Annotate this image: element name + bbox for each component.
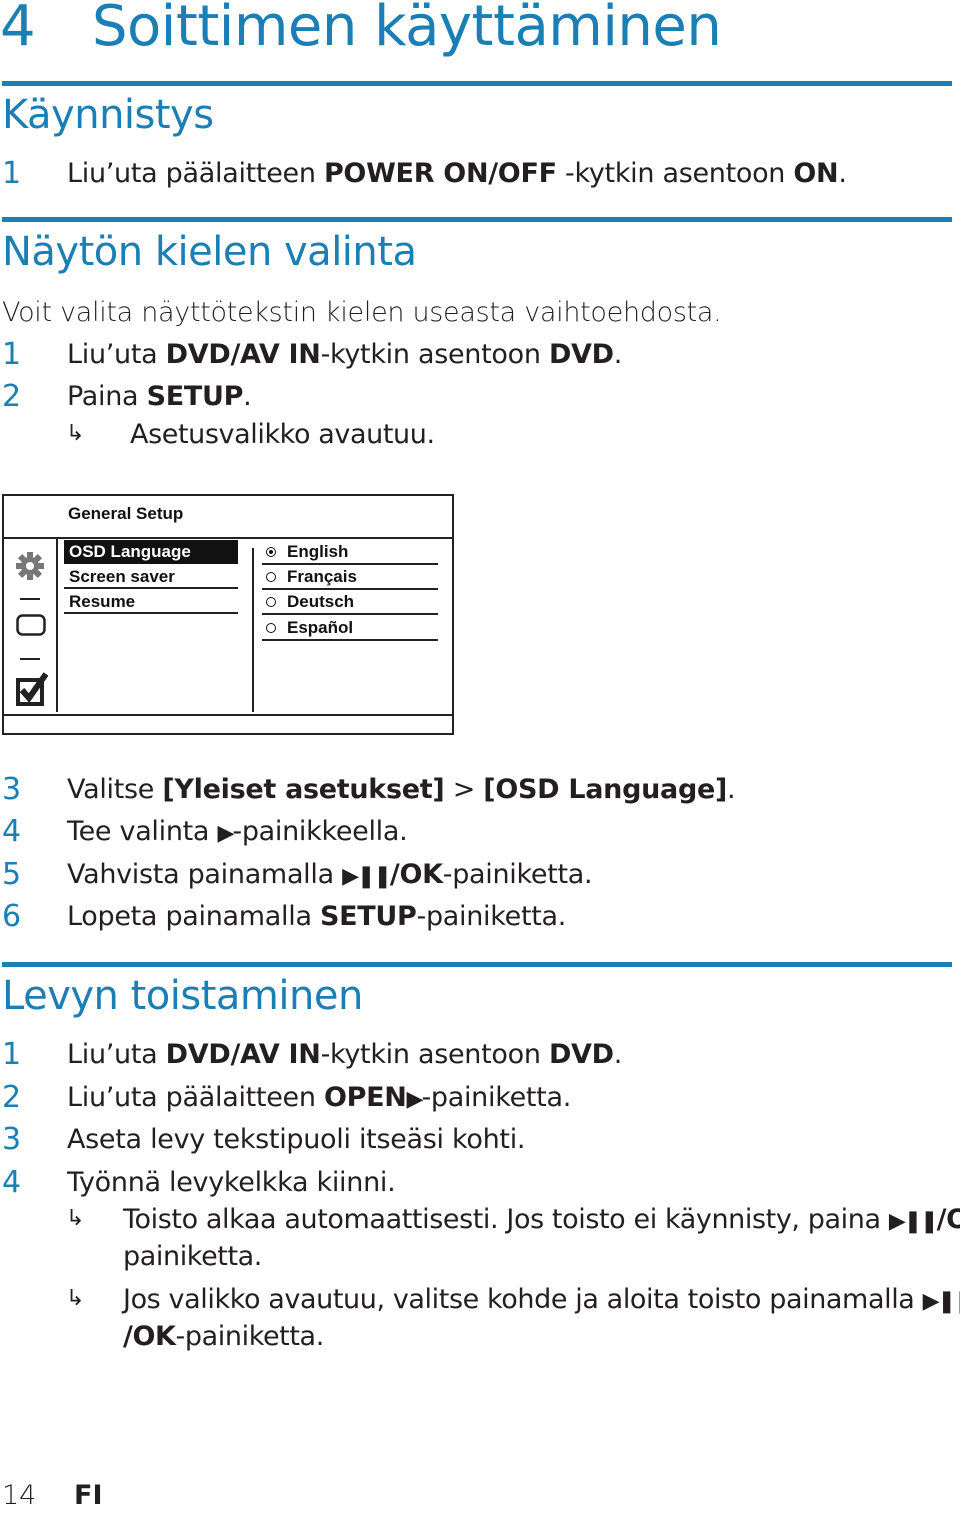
chapter-number: 4 [0,0,36,59]
result-text-line2: painiketta. [123,1241,262,1272]
step-text: Paina SETUP. [67,381,252,412]
menu-item-screen-saver[interactable]: Screen saver [64,565,238,589]
step-number: 3 [2,772,22,807]
result-text-line2: /OK-painiketta. [123,1321,324,1352]
step-text: Liu’uta DVD/AV IN-kytkin asentoon DVD. [67,339,623,370]
option-francais[interactable]: Français [262,565,438,590]
step-text: Vahvista painamalla ▶❚❚/OK-painiketta. [67,859,593,890]
step-number: 2 [2,379,22,414]
step-number: 2 [2,1080,22,1115]
play-pause-icon: ▶❚❚ [888,1209,939,1234]
step-number: 3 [2,1122,22,1157]
menu-divider [4,537,452,539]
section-divider [2,217,952,222]
option-english[interactable]: English [262,540,438,565]
menu-separator [20,658,40,660]
result-arrow-icon: ↳ [66,1206,85,1231]
section-heading-language: Näytön kielen valinta [2,229,417,275]
play-icon: ▶ [406,1087,424,1112]
step-number: 4 [2,814,22,849]
option-label: English [287,542,349,561]
result-text-line1: Jos valikko avautuu, valitse kohde ja al… [123,1284,960,1315]
step-text: Liu’uta päälaitteen OPEN▶-painiketta. [67,1082,571,1113]
section-heading-startup: Käynnistys [2,92,214,138]
step-number: 1 [2,156,22,191]
play-pause-icon: ▶❚❚ [342,864,392,889]
step-number: 1 [2,337,22,372]
option-label: Français [287,567,357,586]
step-number: 4 [2,1165,22,1200]
result-text: Asetusvalikko avautuu. [130,419,435,450]
playback-result-1: ↳ Toisto alkaa automaattisesti. Jos tois… [0,1204,960,1284]
step-text: Tee valinta ▶-painikkeella. [67,816,408,847]
result-text-line1: Toisto alkaa automaattisesti. Jos toisto… [123,1204,960,1235]
step-number: 6 [2,899,22,934]
step-number: 5 [2,857,22,892]
menu-item-osd-language[interactable]: OSD Language [64,540,238,564]
playback-result-2: ↳ Jos valikko avautuu, valitse kohde ja … [0,1284,960,1364]
result-arrow-icon: ↳ [66,421,85,446]
option-deutsch[interactable]: Deutsch [262,590,438,615]
menu-title: General Setup [68,504,184,523]
section-divider [2,962,952,967]
rectangle-icon[interactable] [16,614,46,636]
step-number: 1 [2,1037,22,1072]
radio-unchecked-icon [266,572,276,582]
osd-setup-menu: General Setup OSD Language Screen saver … [2,494,454,735]
step-text: Lopeta painamalla SETUP-painiketta. [67,901,567,932]
radio-unchecked-icon [266,623,276,633]
result-arrow-icon: ↳ [66,1286,85,1311]
step-text: Aseta levy tekstipuoli itseäsi kohti. [67,1124,526,1155]
radio-unchecked-icon [266,597,276,607]
section-divider [2,81,952,86]
chapter-title: 4 Soittimen käyttäminen [0,0,722,59]
step-text: Liu’uta päälaitteen POWER ON/OFF -kytkin… [67,158,847,189]
chapter-title-text: Soittimen käyttäminen [92,0,722,59]
checkbox-icon[interactable] [16,672,48,706]
section-heading-playback: Levyn toistaminen [2,973,363,1019]
menu-item-resume[interactable]: Resume [64,590,238,614]
step-text: Valitse [Yleiset asetukset] > [OSD Langu… [67,774,736,805]
menu-divider [4,714,452,716]
menu-divider [252,548,254,712]
play-pause-icon: ▶❚❚ [922,1289,960,1314]
gear-icon[interactable] [14,550,46,582]
page-number: 14 [2,1480,37,1511]
section-intro: Voit valita näyttötekstin kielen useasta… [2,297,722,328]
step-text: Työnnä levykelkka kiinni. [67,1167,396,1198]
play-icon: ▶ [217,821,234,846]
radio-checked-icon [266,547,276,557]
step-text: Liu’uta DVD/AV IN-kytkin asentoon DVD. [67,1039,623,1070]
language-code: FI [74,1480,103,1511]
option-espanol[interactable]: Español [262,616,438,641]
menu-divider [56,539,58,712]
menu-separator [20,598,40,600]
option-label: Español [287,618,354,637]
option-label: Deutsch [287,592,355,611]
